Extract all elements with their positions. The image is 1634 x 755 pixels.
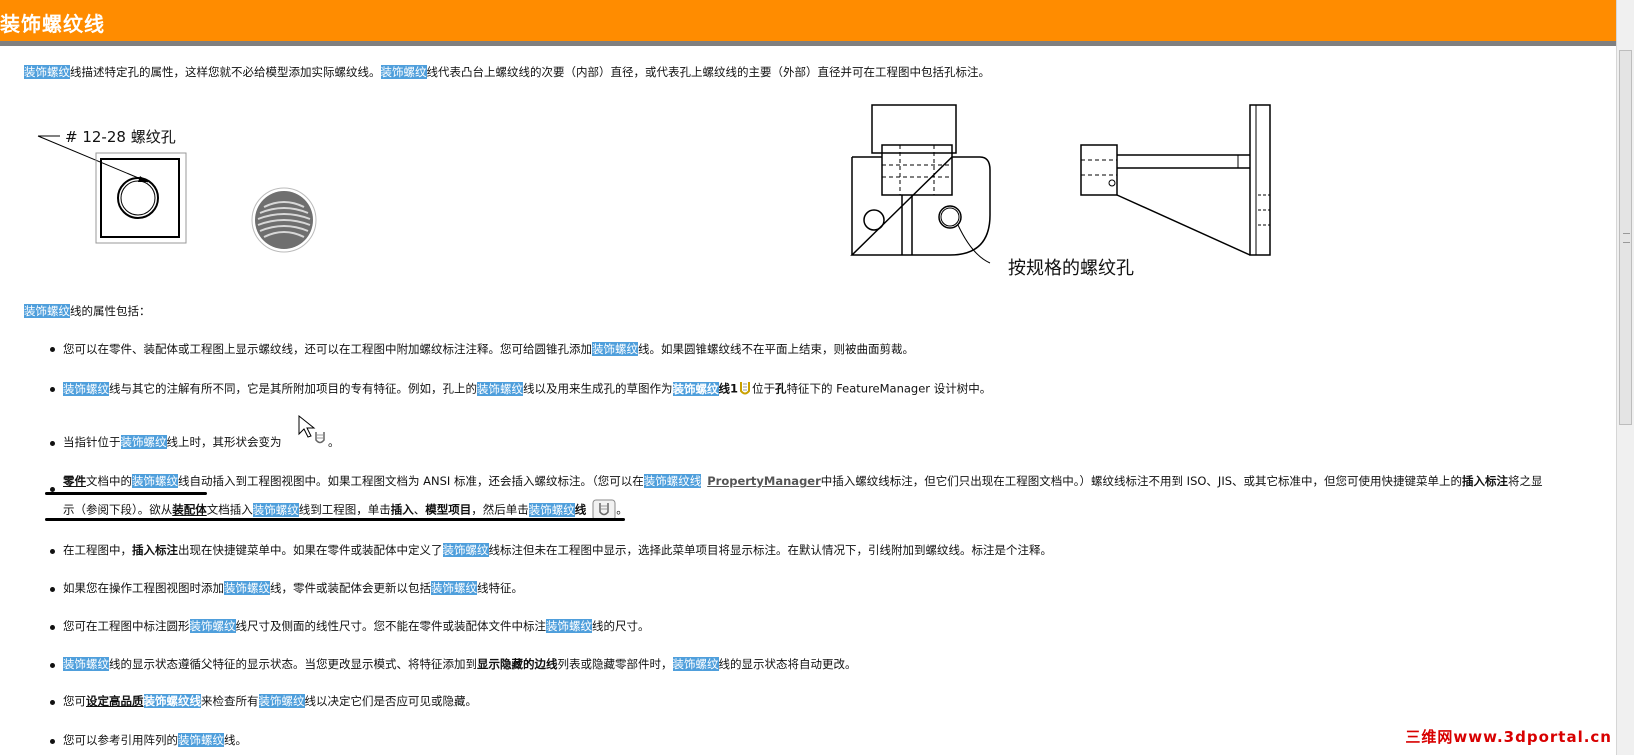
- highlight: 装饰螺纹: [24, 65, 70, 79]
- bullet-marker: [50, 739, 55, 744]
- list-item: 您可以参考引用阵列的装饰螺纹线。: [63, 733, 247, 747]
- list-item: 如果您在操作工程图视图时添加装饰螺纹线，零件或装配体会更新以包括装饰螺纹线特征。: [63, 581, 523, 595]
- spec-hole-label: 按规格的螺纹孔: [1008, 258, 1134, 279]
- list-item: 装饰螺纹线的显示状态遵循父特征的显示状态。当您更改显示模式、将特征添加到显示隐藏…: [63, 657, 857, 671]
- bullet-marker: [50, 347, 55, 352]
- intro-paragraph: 装饰螺纹线描述特定孔的属性，这样您就不必给模型添加实际螺纹线。装饰螺纹线代表凸台…: [24, 65, 990, 79]
- list-item: 当指针位于装饰螺纹线上时，其形状会变为: [63, 435, 282, 449]
- scrollbar-thumb[interactable]: [1619, 50, 1632, 425]
- bullet-marker: [50, 441, 55, 446]
- title-bar: 装饰螺纹线: [0, 0, 1616, 41]
- list-item: 您可在工程图中标注圆形装饰螺纹线尺寸及侧面的线性尺寸。您不能在零件或装配体文件中…: [63, 619, 650, 633]
- scrollbar-grip-icon: [1623, 233, 1630, 243]
- title-divider: [0, 41, 1616, 46]
- vertical-scrollbar[interactable]: [1616, 0, 1634, 755]
- period: 。: [328, 435, 340, 449]
- high-quality-link[interactable]: 设定高品质: [86, 694, 144, 708]
- bullet-marker: [50, 663, 55, 668]
- bullet-marker: [50, 700, 55, 705]
- cosmetic-thread-icon: [740, 382, 751, 395]
- list-item: 在工程图中，插入标注出现在快捷键菜单中。如果在零件或装配体中定义了装饰螺纹线标注…: [63, 543, 1052, 557]
- list-item: 您可以在零件、装配体或工程图上显示螺纹线，还可以在工程图中附加螺纹标注注释。您可…: [63, 342, 914, 356]
- bullet-marker: [50, 587, 55, 592]
- bullet-marker: [50, 549, 55, 554]
- page-title: 装饰螺纹线: [0, 12, 105, 36]
- bullet-marker: [50, 387, 55, 392]
- list-item: 您可设定高品质装饰螺纹线来检查所有装饰螺纹线以决定它们是否应可见或隐藏。: [63, 694, 477, 708]
- thread-hole-label: # 12-28 螺纹孔: [65, 128, 176, 146]
- annotation-underline: [45, 518, 625, 521]
- list-item: 装饰螺纹线与其它的注解有所不同，它是其所附加项目的专有特征。例如，孔上的装饰螺纹…: [63, 381, 992, 396]
- watermark: 三维网www.3dportal.cn: [1405, 728, 1612, 746]
- properties-heading: 装饰螺纹线的属性包括：: [24, 304, 151, 318]
- propertymanager-link[interactable]: PropertyManager: [707, 474, 821, 488]
- drawing-front-view: [850, 104, 991, 264]
- thread-pointer-cursor-icon: [298, 414, 325, 444]
- highlight: 装饰螺纹: [380, 65, 427, 79]
- thread-render-icon: [251, 187, 317, 253]
- highlight: 装饰螺纹: [24, 304, 70, 318]
- bullet-marker: [50, 625, 55, 630]
- list-item: 零件文档中的装饰螺纹线自动插入到工程图视图中。如果工程图文档为 ANSI 标准，…: [63, 474, 1543, 488]
- annotation-underline: [45, 492, 207, 495]
- drawing-side-view: [1080, 104, 1271, 256]
